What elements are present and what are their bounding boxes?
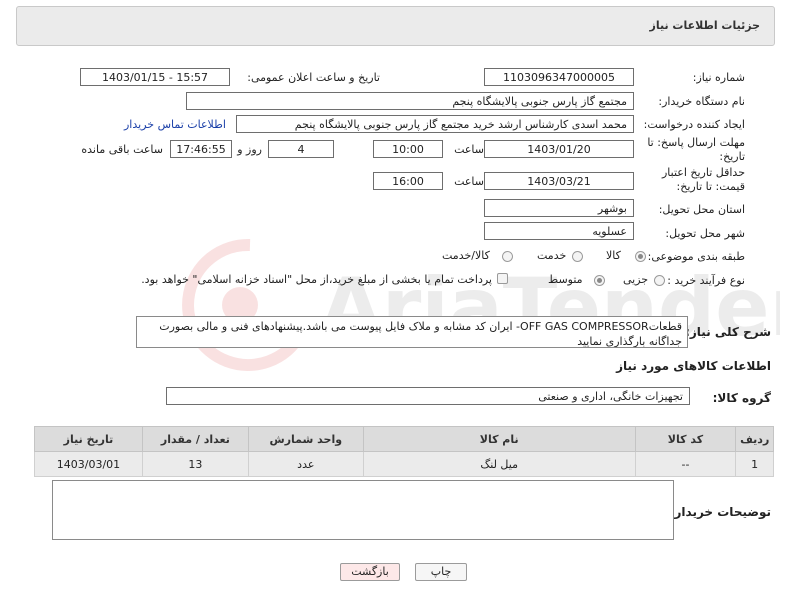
col-name: نام کالا [362,426,636,452]
buyer-notes-label: توضیحات خریدار: [669,505,771,519]
days-remaining-field: 4 [268,140,334,158]
description-label: شرح کلی نیاز: [685,325,771,339]
reply-time-field: 10:00 [373,140,443,158]
cell-qty: 13 [141,451,249,477]
need-number-field: 1103096347000005 [484,68,634,86]
validity-time-field: 16:00 [373,172,443,190]
need-number-label: شماره نیاز: [692,71,745,84]
treasury-payment-checkbox[interactable] [497,273,508,284]
col-unit: واحد شمارش [247,426,364,452]
remaining-time-field: 17:46:55 [170,140,232,158]
process-type-label: نوع فرآیند خرید : [667,274,745,287]
col-code: کد کالا [634,426,737,452]
buyer-contact-link[interactable]: اطلاعات تماس خریدار [124,118,226,131]
reply-time-label: ساعت [454,143,484,156]
col-date: تاریخ نیاز [34,426,143,452]
table-row: 1 -- میل لنگ عدد 13 1403/03/01 [34,451,774,477]
province-field: بوشهر [484,199,634,217]
category-option-goods: کالا [606,249,621,262]
print-button[interactable]: چاپ [415,563,467,581]
cell-name: میل لنگ [362,451,636,477]
province-label: استان محل تحویل: [658,203,745,216]
goods-table: ردیف کد کالا نام کالا واحد شمارش تعداد /… [34,426,774,477]
category-label: طبقه بندی موضوعی: [647,250,745,263]
buyer-org-field: مجتمع گاز پارس جنوبی پالایشگاه پنجم [186,92,634,110]
goods-group-label: گروه کالا: [712,391,771,405]
back-button[interactable]: بازگشت [340,563,400,581]
buyer-notes-field[interactable] [52,480,674,540]
validity-date-field: 1403/03/21 [484,172,634,190]
days-label: روز و [237,143,262,156]
requester-label: ایجاد کننده درخواست: [643,118,745,131]
reply-date-field: 1403/01/20 [484,140,634,158]
announce-date-label: تاریخ و ساعت اعلان عمومی: [247,71,380,84]
category-radio-goods-service[interactable] [502,251,513,262]
description-text: قطعاتOFF GAS COMPRESSOR- ایران کد مشابه … [136,316,688,348]
announce-date-field: 1403/01/15 - 15:57 [80,68,230,86]
page-title: جزئیات اطلاعات نیاز [649,19,761,32]
category-radio-service[interactable] [572,251,583,262]
col-index: ردیف [735,426,774,452]
category-option-service: خدمت [537,249,567,262]
col-qty: تعداد / مقدار [141,426,249,452]
process-option-medium: متوسط [548,273,583,286]
reply-deadline-label: مهلت ارسال پاسخ: تا تاریخ: [647,136,745,163]
treasury-payment-note: پرداخت تمام یا بخشی از مبلغ خرید،از محل … [141,273,492,286]
process-option-minor: جزیی [623,273,649,286]
cell-unit: عدد [247,451,364,477]
remaining-time-label: ساعت باقی مانده [81,143,163,156]
process-radio-medium[interactable] [594,275,605,286]
city-field: عسلویه [484,222,634,240]
cell-code: -- [634,451,737,477]
price-validity-label: حداقل تاریخ اعتبار قیمت: تا تاریخ: [661,166,745,193]
city-label: شهر محل تحویل: [665,227,745,240]
goods-table-header: ردیف کد کالا نام کالا واحد شمارش تعداد /… [34,426,774,452]
validity-time-label: ساعت [454,175,484,188]
requester-field: محمد اسدی کارشناس ارشد خرید مجتمع گاز پا… [236,115,634,133]
watermark-logo: AriaTender.neT [182,238,780,371]
buyer-org-label: نام دستگاه خریدار: [658,95,745,108]
page-header: جزئیات اطلاعات نیاز [16,6,775,46]
category-option-goods-service: کالا/خدمت [442,249,490,262]
category-radio-goods[interactable] [635,251,646,262]
process-radio-minor[interactable] [654,275,665,286]
cell-date: 1403/03/01 [34,451,143,477]
goods-section-title: اطلاعات کالاهای مورد نیاز [616,359,771,373]
cell-index: 1 [735,451,774,477]
goods-group-field: تجهیزات خانگی، اداری و صنعتی [166,387,690,405]
